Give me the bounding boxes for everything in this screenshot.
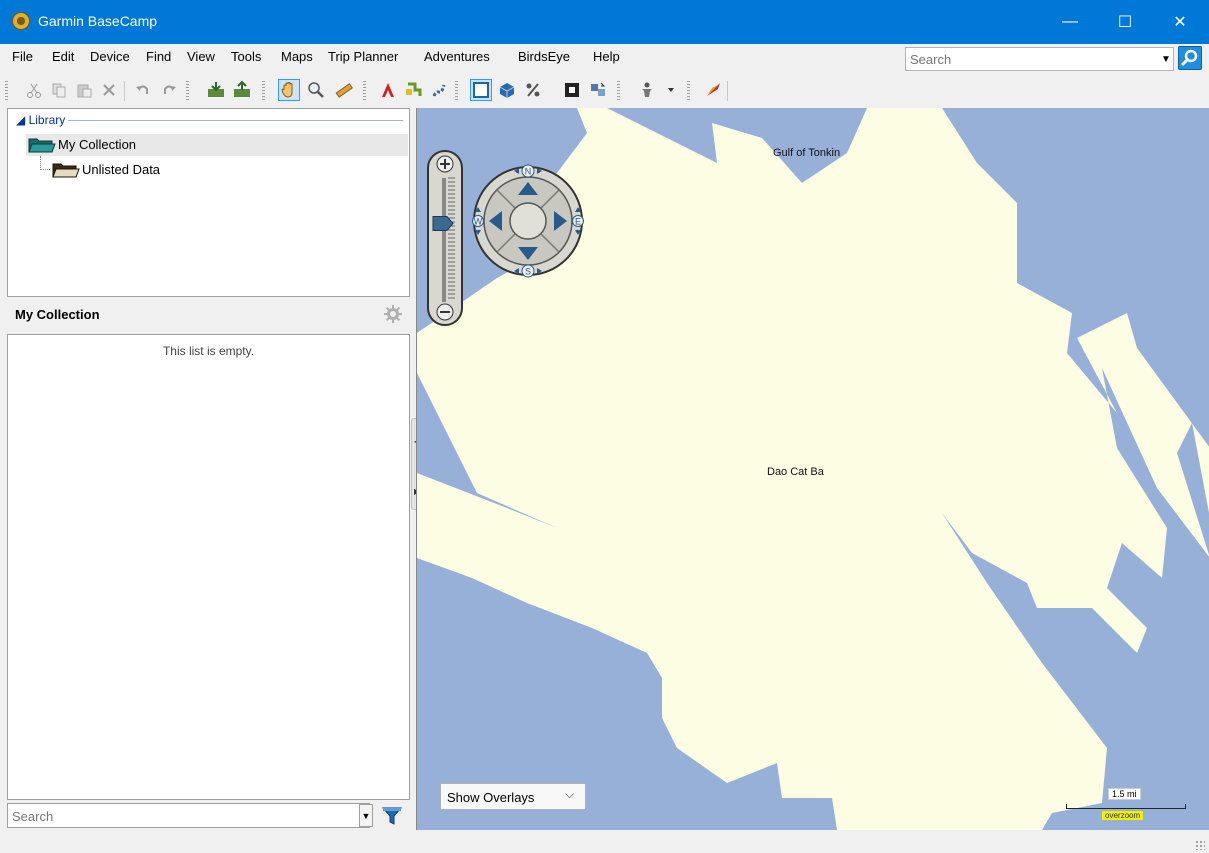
tree-item-label: My Collection (58, 137, 137, 152)
toolbar (0, 72, 1209, 108)
cut-icon[interactable] (23, 79, 45, 101)
toolbar-grip[interactable] (617, 81, 620, 101)
resize-grip-icon[interactable] (1195, 840, 1205, 850)
top-search-box[interactable] (905, 47, 1174, 71)
toolbar-grip[interactable] (687, 81, 690, 101)
tree-item-my-collection[interactable]: My Collection (26, 134, 408, 156)
compass-south-label: S (525, 267, 531, 277)
minimize-button[interactable]: — (1045, 0, 1095, 44)
map-fit-icon[interactable] (561, 79, 583, 101)
status-bar (0, 830, 1209, 853)
collection-list[interactable]: This list is empty. (7, 334, 410, 800)
new-route-icon[interactable] (403, 79, 425, 101)
scale-bar: 1.5 mi overzoom (1066, 788, 1186, 822)
top-search-dropdown-icon[interactable]: ▼ (1158, 48, 1174, 70)
menu-file[interactable]: File (12, 49, 33, 64)
menu-tools[interactable]: Tools (231, 49, 261, 64)
menu-help[interactable]: Help (593, 49, 620, 64)
undo-icon[interactable] (132, 79, 154, 101)
percent-icon[interactable] (522, 79, 544, 101)
adventure-icon[interactable] (702, 79, 724, 101)
menu-birdseye[interactable]: BirdsEye (518, 49, 570, 64)
toolbar-separator (727, 81, 728, 101)
collection-search-box[interactable] (7, 803, 370, 828)
gear-icon[interactable] (383, 304, 403, 324)
library-divider (68, 120, 403, 121)
measure-tool-icon[interactable] (333, 79, 355, 101)
zoom-slider[interactable] (427, 150, 463, 326)
title-bar: Garmin BaseCamp — ☐ ✕ (0, 0, 1209, 44)
close-button[interactable]: ✕ (1155, 0, 1205, 44)
library-panel: ◢ Library My Collection Unlisted Data (7, 108, 410, 297)
menu-device[interactable]: Device (90, 49, 130, 64)
send-to-device-icon[interactable] (231, 79, 253, 101)
collection-search-input[interactable] (12, 808, 352, 825)
maximize-button[interactable]: ☐ (1100, 0, 1150, 44)
compass-center[interactable] (509, 202, 547, 240)
receive-from-device-icon[interactable] (205, 79, 227, 101)
map-label-gulf[interactable]: Gulf of Tonkin (773, 147, 840, 159)
basecamp-logo-icon (12, 12, 30, 30)
pan-compass[interactable]: N S W E (472, 160, 584, 282)
compass-west-label: W (474, 217, 483, 227)
map-sync-icon[interactable] (587, 79, 609, 101)
filter-icon[interactable] (381, 805, 403, 827)
collection-title: My Collection (15, 307, 100, 322)
tree-connector (40, 156, 50, 170)
window-title: Garmin BaseCamp (38, 13, 158, 29)
compass-east-label: E (575, 217, 581, 227)
library-heading[interactable]: ◢ Library (16, 113, 65, 127)
top-search-input[interactable] (910, 51, 1150, 68)
show-overlays-label: Show Overlays (447, 790, 535, 805)
2d-map-view-icon[interactable] (470, 79, 492, 101)
show-overlays-select[interactable]: Show Overlays ⌵ (440, 783, 586, 810)
paste-icon[interactable] (73, 79, 95, 101)
search-icon[interactable] (1178, 46, 1202, 70)
toolbar-separator (124, 81, 125, 101)
menu-maps[interactable]: Maps (281, 49, 313, 64)
library-label: Library (28, 113, 66, 127)
menu-adventures[interactable]: Adventures (424, 49, 490, 64)
collection-search-dropdown-icon[interactable]: ▼ (359, 804, 373, 827)
empty-list-message: This list is empty. (162, 344, 255, 358)
chevron-down-icon: ⌵ (565, 787, 575, 801)
new-track-icon[interactable] (428, 79, 450, 101)
tree-item-label: Unlisted Data (82, 162, 161, 177)
pan-tool-icon[interactable] (278, 79, 300, 101)
3d-map-view-icon[interactable] (496, 79, 518, 101)
open-folder-icon (28, 138, 56, 153)
scale-line (1066, 804, 1186, 809)
new-waypoint-icon[interactable] (377, 79, 399, 101)
dropdown-arrow-icon[interactable] (664, 79, 678, 101)
compass-north-label: N (525, 167, 532, 177)
menu-trip-planner[interactable]: Trip Planner (328, 49, 398, 64)
menu-edit[interactable]: Edit (52, 49, 74, 64)
profile-icon[interactable] (636, 79, 658, 101)
menu-view[interactable]: View (187, 49, 215, 64)
collection-header: My Collection (7, 298, 410, 334)
folder-icon (52, 163, 80, 178)
copy-icon[interactable] (48, 79, 70, 101)
menu-find[interactable]: Find (146, 49, 171, 64)
map-label-island[interactable]: Dao Cat Ba (767, 466, 824, 478)
toolbar-grip[interactable] (186, 81, 189, 101)
toolbar-grip[interactable] (262, 81, 265, 101)
redo-icon[interactable] (158, 79, 180, 101)
delete-icon[interactable] (98, 79, 120, 101)
toolbar-grip[interactable] (455, 81, 458, 101)
overzoom-badge: overzoom (1102, 811, 1144, 820)
toolbar-grip[interactable] (363, 81, 366, 101)
scale-label: 1.5 mi (1108, 788, 1141, 800)
toolbar-grip[interactable] (5, 81, 8, 101)
tree-item-unlisted-data[interactable]: Unlisted Data (50, 159, 250, 181)
zoom-tool-icon[interactable] (305, 79, 327, 101)
